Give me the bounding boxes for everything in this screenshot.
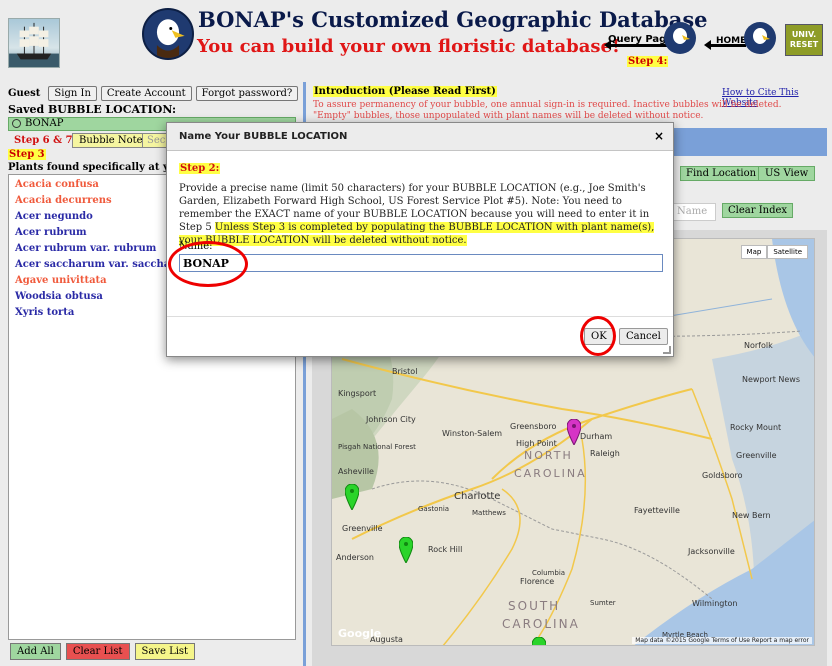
map-place-label: Florence (520, 577, 555, 586)
clear-index-button[interactable]: Clear Index (722, 203, 794, 218)
map-place-label: New Bern (732, 511, 771, 520)
save-list-button[interactable]: Save List (134, 643, 196, 660)
map-place-label: SOUTH (508, 599, 561, 613)
search-icon (12, 119, 21, 128)
dialog-header: Name Your BUBBLE LOCATION × (167, 123, 673, 151)
eagle-icon[interactable] (664, 22, 696, 54)
map-place-label: Newport News (742, 375, 801, 384)
step67-label: Step 6 & 7= (14, 135, 81, 146)
auth-bar: Guest Sign In Create Account Forgot pass… (8, 86, 299, 101)
step4-label: Step 4: (627, 56, 669, 67)
list-actions: Add All Clear List Save List (10, 643, 196, 660)
map-place-label: Matthews (472, 509, 506, 517)
map-place-label: Charlotte (454, 491, 501, 502)
map-place-label: Jacksonville (688, 547, 735, 556)
cancel-button[interactable]: Cancel (619, 328, 668, 345)
map-type-toggle: Map Satellite (740, 245, 808, 259)
name-field-label: Name: (179, 241, 213, 252)
guest-label: Guest (8, 88, 41, 99)
dialog-divider (167, 316, 673, 317)
map-place-label: Greenville (342, 524, 383, 533)
add-all-button[interactable]: Add All (10, 643, 61, 660)
map-place-label: Kingsport (338, 389, 377, 398)
arrow-left-icon (704, 40, 746, 50)
map-place-label: Bristol (392, 367, 418, 376)
map-place-label: Johnson City (366, 415, 416, 424)
map-type-map[interactable]: Map (740, 245, 768, 259)
map-place-label: Raleigh (590, 449, 620, 458)
find-location-button[interactable]: Find Location (680, 166, 763, 181)
map-place-label: Sumter (590, 599, 616, 607)
dialog-warning-text: Unless Step 3 is completed by populating… (179, 222, 655, 246)
create-account-button[interactable]: Create Account (100, 86, 192, 101)
clear-list-button[interactable]: Clear List (65, 643, 130, 660)
dialog-instructions: Provide a precise name (limit 50 charact… (179, 182, 665, 247)
dialog-step-label: Step 2: (179, 163, 221, 174)
forgot-password-button[interactable]: Forgot password? (195, 86, 299, 101)
map-place-label: CAROLINA (514, 467, 587, 480)
arrow-left-icon (604, 40, 668, 50)
name-bubble-dialog: Name Your BUBBLE LOCATION × Step 2: Prov… (166, 122, 674, 357)
close-icon[interactable]: × (654, 129, 664, 143)
sign-in-button[interactable]: Sign In (48, 86, 97, 101)
map-place-label: Greenville (736, 451, 777, 460)
map-place-label: Winston-Salem (442, 429, 503, 438)
index-name-input[interactable]: Name (672, 203, 716, 221)
map-place-label: Greensboro (510, 422, 557, 431)
map-place-label: Rocky Mount (730, 423, 782, 432)
map-place-label: Rock Hill (428, 545, 463, 554)
name-field[interactable]: BONAP (179, 254, 663, 272)
map-place-label: CAROLINA (502, 617, 580, 631)
map-type-satellite[interactable]: Satellite (767, 245, 808, 259)
map-place-label: Columbia (532, 569, 566, 577)
map-place-label: Pisgah National Forest (338, 443, 416, 451)
ok-button[interactable]: OK (584, 328, 614, 345)
map-place-label: Fayetteville (634, 506, 680, 515)
dialog-title: Name Your BUBBLE LOCATION (179, 131, 348, 142)
us-view-button[interactable]: US View (758, 166, 816, 181)
map-place-label: Wilmington (692, 599, 738, 608)
univ-reset-button[interactable]: UNIV. RESET (785, 24, 823, 56)
plants-list-label: Plants found specifically at your bu (8, 162, 168, 173)
map-place-label: High Point (516, 439, 557, 448)
map-place-label: Gastonia (418, 505, 450, 513)
intro-text: To assure permanency of your bubble, one… (313, 100, 782, 121)
site-title: BONAP's Customized Geographic Database (198, 7, 708, 32)
intro-title: Introduction (Please Read First) (313, 86, 497, 97)
map-place-label: Durham (580, 432, 613, 441)
resize-handle-icon[interactable] (663, 346, 671, 354)
site-subtitle: You can build your own floristic databas… (197, 36, 620, 57)
saved-bubble-value: BONAP (25, 118, 64, 129)
map-place-label: Goldsboro (702, 471, 743, 480)
map-place-label: Anderson (336, 553, 374, 562)
map-footer: Map data ©2015 Google Terms of Use Repor… (632, 637, 812, 644)
google-logo: Google (338, 627, 382, 640)
saved-bubble-label: Saved BUBBLE LOCATION: (8, 103, 177, 116)
eagle-icon[interactable] (744, 22, 776, 54)
bubble-note-button[interactable]: Bubble Note (72, 133, 150, 148)
step3-label: Step 3 (8, 149, 46, 160)
map-place-label: Norfolk (744, 341, 773, 350)
ship-logo (8, 18, 60, 68)
eagle-logo (142, 8, 194, 60)
map-place-label: Asheville (338, 467, 374, 476)
header: BONAP's Customized Geographic Database Y… (0, 0, 832, 82)
map-place-label: NORTH (524, 449, 573, 462)
